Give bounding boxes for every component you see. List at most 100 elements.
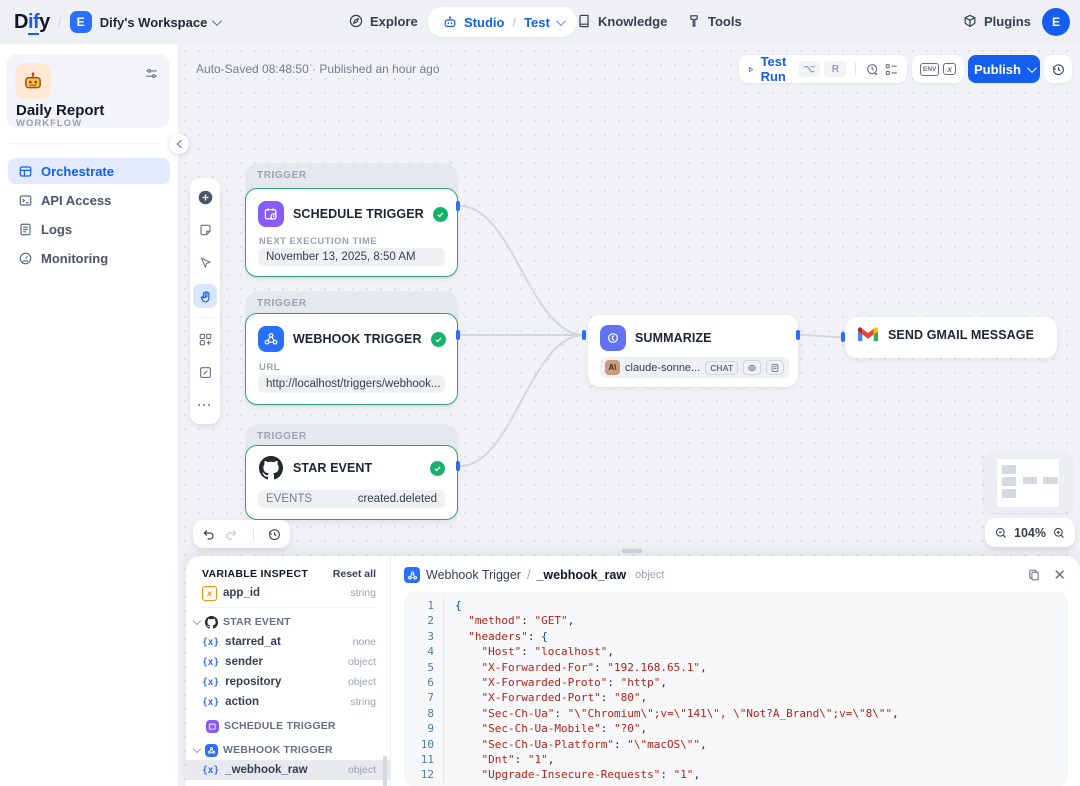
- node-send-gmail-message[interactable]: SEND GMAIL MESSAGE: [845, 317, 1057, 358]
- output-port[interactable]: [456, 330, 460, 340]
- workspace-badge[interactable]: E: [70, 11, 92, 33]
- copy-button[interactable]: [1027, 568, 1041, 582]
- output-port[interactable]: [796, 330, 800, 340]
- node-title: SCHEDULE TRIGGER: [293, 207, 424, 221]
- node-title: WEBHOOK TRIGGER: [293, 332, 422, 346]
- trigger-group-star-event: TRIGGER STAR EVENT EVENTS created.delete…: [245, 424, 458, 520]
- plugins-icon: [962, 13, 978, 29]
- sidebar-item-logs[interactable]: Logs: [8, 216, 170, 242]
- chevron-down-icon[interactable]: [212, 16, 222, 26]
- code-line-10: 10 "Sec-Ch-Ua-Platform": "\"macOS\"",: [404, 737, 1068, 752]
- node-title: STAR EVENT: [293, 461, 421, 475]
- group-label: SCHEDULE TRIGGER: [224, 720, 336, 732]
- dify-logo[interactable]: Dify: [14, 11, 50, 34]
- variable-name: sender: [225, 656, 342, 668]
- zoom-out-button[interactable]: [994, 526, 1008, 540]
- chevron-down-icon[interactable]: [556, 16, 566, 26]
- variable-group-star-event[interactable]: STAR EVENT: [186, 612, 390, 632]
- breadcrumb-node[interactable]: Webhook Trigger: [426, 568, 521, 582]
- nav-studio[interactable]: Studio: [464, 15, 504, 30]
- sidebar-item-orchestrate[interactable]: Orchestrate: [8, 158, 170, 184]
- variable-name: _webhook_raw: [225, 764, 342, 776]
- llm-icon: [600, 325, 626, 351]
- model-selector[interactable]: A\ claude-sonne... CHAT: [600, 357, 789, 378]
- panel-drag-handle[interactable]: [622, 549, 642, 553]
- node-title: SEND GMAIL MESSAGE: [888, 328, 1045, 342]
- node-webhook-trigger[interactable]: WEBHOOK TRIGGER URL http://localhost/tri…: [245, 313, 458, 405]
- nav-plugins[interactable]: Plugins: [962, 13, 1031, 29]
- schedule-trigger-icon: [206, 720, 219, 733]
- scrollbar[interactable]: [383, 756, 387, 786]
- code-line-11: 11 "Dnt": "1",: [404, 752, 1068, 767]
- code-line-6: 6 "X-Forwarded-Proto": "http",: [404, 675, 1068, 690]
- reset-all-button[interactable]: Reset all: [333, 568, 376, 580]
- variable-group-schedule-trigger[interactable]: SCHEDULE TRIGGER: [186, 716, 390, 736]
- variable-row-repository[interactable]: {x}repositoryobject: [186, 672, 390, 692]
- app-settings-button[interactable]: [144, 66, 159, 81]
- sidebar-collapse-button[interactable]: [169, 134, 189, 154]
- field-label: EVENTS: [266, 493, 312, 505]
- nav-explore[interactable]: Explore: [348, 13, 418, 29]
- panel-title: VARIABLE INSPECT: [202, 568, 308, 580]
- divider: [202, 607, 374, 608]
- sidebar-item-api-access[interactable]: API Access: [8, 187, 170, 213]
- webhook-icon: [205, 744, 218, 757]
- nav-tools[interactable]: Tools: [686, 13, 742, 29]
- code-line-8: 8 "Sec-Ch-Ua": "\"Chromium\";v=\"141\", …: [404, 706, 1068, 721]
- nav-knowledge[interactable]: Knowledge: [576, 13, 667, 29]
- redo-button[interactable]: [224, 527, 239, 542]
- variable-type: object: [348, 764, 376, 776]
- variable-row-_webhook_raw[interactable]: {x} _webhook_raw object: [186, 760, 390, 780]
- redo-icon: [224, 527, 239, 542]
- sidebar-item-monitoring[interactable]: Monitoring: [8, 245, 170, 271]
- code-line-9: 9 "Sec-Ch-Ua-Mobile": "?0",: [404, 721, 1068, 736]
- variable-name: repository: [225, 676, 342, 688]
- close-icon[interactable]: ✕: [1053, 568, 1066, 583]
- app-card[interactable]: Daily Report: [6, 54, 170, 128]
- chevron-down-icon: [193, 616, 201, 624]
- variable-icon: {x}: [202, 765, 219, 776]
- nav-studio-group: Studio / Test: [428, 7, 577, 37]
- nav-test-app[interactable]: Test: [524, 15, 550, 30]
- output-port[interactable]: [456, 461, 460, 471]
- variable-name: app_id: [223, 587, 344, 599]
- undo-button[interactable]: [201, 527, 216, 542]
- node-summarize[interactable]: SUMMARIZE A\ claude-sonne... CHAT: [588, 315, 798, 387]
- trigger-group-label: TRIGGER: [257, 431, 307, 442]
- output-port[interactable]: [456, 201, 460, 211]
- variable-row-action[interactable]: {x}actionstring: [186, 692, 390, 712]
- json-code-viewer[interactable]: 1{2 "method": "GET",3 "headers": {4 "Hos…: [404, 592, 1068, 786]
- input-port[interactable]: [582, 330, 586, 340]
- variable-row-app_id[interactable]: xapp_idstring: [186, 583, 390, 603]
- webhook-icon: [258, 326, 284, 352]
- robot-icon: [442, 14, 458, 30]
- knowledge-icon: [576, 13, 592, 29]
- breadcrumb-separator: /: [58, 14, 62, 30]
- node-schedule-trigger[interactable]: SCHEDULE TRIGGER NEXT EXECUTION TIME Nov…: [245, 188, 458, 277]
- input-port[interactable]: [841, 332, 845, 342]
- minimap[interactable]: [984, 453, 1072, 513]
- node-star-event[interactable]: STAR EVENT EVENTS created.deleted: [245, 445, 458, 520]
- app-name: Daily Report: [16, 102, 104, 119]
- variable-rows: xapp_idstring STAR EVENT{x}starred_atnone…: [186, 583, 390, 780]
- code-line-4: 4 "Host": "localhost",: [404, 644, 1068, 659]
- minimap-viewport: [997, 459, 1059, 507]
- history-icon: [267, 527, 282, 542]
- zoom-in-button[interactable]: [1052, 526, 1066, 540]
- workspace-name[interactable]: Dify's Workspace: [100, 15, 208, 30]
- variable-row-sender[interactable]: {x}senderobject: [186, 652, 390, 672]
- variable-group-webhook-trigger[interactable]: WEBHOOK TRIGGER: [186, 740, 390, 760]
- code-line-7: 7 "X-Forwarded-Port": "80",: [404, 690, 1068, 705]
- document-icon: [770, 363, 780, 373]
- variable-icon: {x}: [202, 637, 219, 648]
- robot-icon: [22, 70, 44, 92]
- variable-inspect-panel: VARIABLE INSPECT Reset all xapp_idstring…: [186, 556, 1080, 786]
- zoom-level[interactable]: 104%: [1014, 526, 1046, 540]
- variable-row-starred_at[interactable]: {x}starred_atnone: [186, 632, 390, 652]
- code-lines: 1{2 "method": "GET",3 "headers": {4 "Hos…: [404, 598, 1068, 783]
- variable-type-badge: object: [635, 569, 664, 581]
- user-avatar[interactable]: E: [1042, 8, 1070, 36]
- events-row: EVENTS created.deleted: [258, 490, 445, 508]
- zoom-control: 104%: [985, 518, 1075, 547]
- change-history-button[interactable]: [267, 527, 282, 542]
